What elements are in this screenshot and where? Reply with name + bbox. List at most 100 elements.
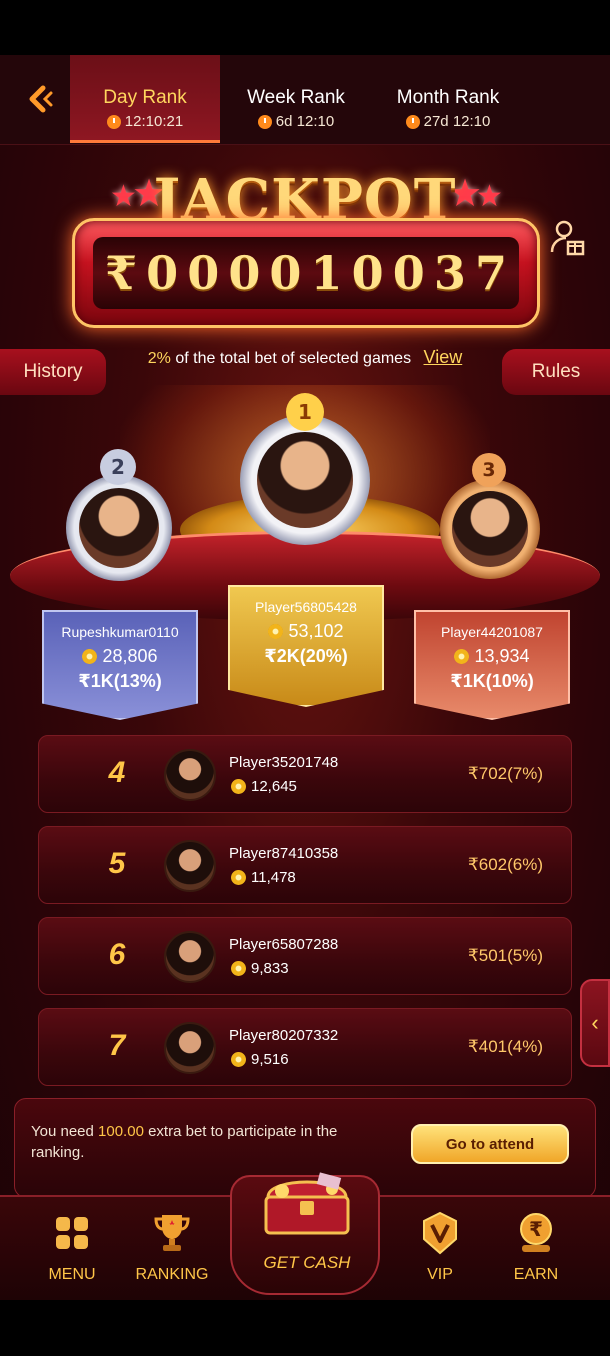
- side-drawer-toggle[interactable]: ‹: [580, 979, 610, 1067]
- nav-label: EARN: [513, 1266, 559, 1283]
- attend-amount: 100.00: [98, 1123, 144, 1140]
- avatar: [164, 749, 216, 801]
- avatar: [452, 491, 528, 567]
- tab-label: Week Rank: [247, 87, 345, 108]
- jackpot-currency: ₹: [104, 246, 137, 300]
- jackpot-digit: 7: [474, 246, 507, 300]
- player-prize: ₹2K(20%): [264, 646, 348, 666]
- player-name: Player35201748: [229, 754, 339, 771]
- user-gift-icon[interactable]: [550, 218, 586, 258]
- player-prize: ₹702(7%): [467, 764, 543, 783]
- player-prize: ₹602(6%): [467, 855, 543, 874]
- jackpot-counter: ₹ 0 0 0 0 1 0 0 3 7: [72, 218, 540, 328]
- player-prize: ₹1K(10%): [450, 671, 534, 691]
- jackpot-digit: 0: [146, 246, 179, 300]
- nav-label: VIP: [427, 1266, 453, 1283]
- tab-timer: 12:10:21: [124, 113, 184, 130]
- system-nav-area: [0, 1300, 610, 1356]
- svg-text:₹: ₹: [529, 1217, 543, 1241]
- tab-label: Month Rank: [396, 87, 500, 108]
- player-name: Player56805428: [255, 599, 357, 615]
- clock-icon: [405, 114, 420, 129]
- player-score: 9,833: [251, 960, 289, 977]
- tab-timer: 6d 12:10: [275, 113, 335, 130]
- clock-icon: [257, 114, 272, 129]
- podium-avatar-2[interactable]: [66, 475, 172, 581]
- nav-menu[interactable]: MENU: [22, 1211, 122, 1284]
- nav-label: MENU: [48, 1266, 96, 1283]
- bottom-nav: MENU RANKING GET CASH VIP ₹ EARN: [0, 1172, 610, 1300]
- trophy-icon: [154, 1215, 190, 1251]
- clock-icon: [106, 114, 121, 129]
- rank-tabs: Day Rank 12:10:21 Week Rank 6d 12:10 Mon…: [0, 55, 610, 145]
- medal-rank-3: 3: [472, 453, 506, 487]
- menu-grid-icon: [56, 1217, 88, 1249]
- coin-icon: [231, 961, 246, 976]
- list-item[interactable]: 7 Player80207332 9,516 ₹401(4%): [38, 1008, 572, 1086]
- jackpot-description-text: of the total bet of selected games: [175, 350, 412, 367]
- player-score: 11,478: [251, 869, 296, 886]
- chevron-left-icon: ‹: [591, 1010, 599, 1035]
- tab-timer: 27d 12:10: [423, 113, 491, 130]
- player-score: 53,102: [288, 621, 344, 641]
- jackpot-digit: 0: [228, 246, 261, 300]
- jackpot-percent: 2%: [147, 350, 171, 367]
- rank-number: 7: [108, 1029, 126, 1062]
- podium-card-2: Rupeshkumar0110 28,806 ₹1K(13%): [42, 610, 198, 720]
- avatar: [79, 488, 159, 568]
- rank-number: 5: [108, 847, 126, 880]
- jackpot-digit: 0: [351, 246, 384, 300]
- player-name: Player87410358: [229, 845, 339, 862]
- jackpot-digit: 0: [392, 246, 425, 300]
- ranking-screen: Day Rank 12:10:21 Week Rank 6d 12:10 Mon…: [0, 55, 610, 1300]
- back-button[interactable]: [18, 77, 62, 121]
- history-button[interactable]: History: [0, 349, 106, 395]
- nav-ranking[interactable]: RANKING: [122, 1211, 222, 1284]
- avatar: [164, 1022, 216, 1074]
- view-link[interactable]: View: [424, 347, 463, 367]
- go-to-attend-button[interactable]: Go to attend: [411, 1124, 569, 1164]
- player-score: 28,806: [102, 646, 158, 666]
- list-item[interactable]: 4 Player35201748 12,645 ₹702(7%): [38, 735, 572, 813]
- rupee-earn-icon: ₹: [520, 1213, 552, 1252]
- avatar: [164, 840, 216, 892]
- medal-rank-2: 2: [100, 449, 136, 485]
- podium-card-1: Player56805428 53,102 ₹2K(20%): [228, 585, 384, 707]
- nav-vip[interactable]: VIP: [390, 1211, 490, 1284]
- status-bar-area: [0, 0, 610, 55]
- nav-earn[interactable]: ₹ EARN: [486, 1211, 586, 1284]
- nav-label: RANKING: [135, 1266, 209, 1283]
- coin-icon: [82, 649, 98, 664]
- avatar: [164, 931, 216, 983]
- player-prize: ₹401(4%): [467, 1037, 543, 1056]
- podium-avatar-3[interactable]: [440, 479, 540, 579]
- nav-get-cash[interactable]: GET CASH: [230, 1172, 380, 1295]
- nav-label: GET CASH: [263, 1253, 351, 1272]
- player-score: 9,516: [251, 1051, 289, 1068]
- jackpot-digits: ₹ 0 0 0 0 1 0 0 3 7: [93, 237, 519, 309]
- podium-card-3: Player44201087 13,934 ₹1K(10%): [414, 610, 570, 720]
- player-name: Player44201087: [441, 624, 543, 640]
- list-item[interactable]: 6 Player65807288 9,833 ₹501(5%): [38, 917, 572, 995]
- rules-button[interactable]: Rules: [502, 349, 610, 395]
- list-item[interactable]: 5 Player87410358 11,478 ₹602(6%): [38, 826, 572, 904]
- tab-month-rank[interactable]: Month Rank 27d 12:10: [378, 55, 518, 143]
- coin-icon: [231, 779, 246, 794]
- player-score: 13,934: [474, 646, 530, 666]
- jackpot-digit: 1: [310, 246, 343, 300]
- jackpot-digit: 3: [433, 246, 466, 300]
- tab-week-rank[interactable]: Week Rank 6d 12:10: [226, 55, 366, 143]
- player-name: Player65807288: [229, 936, 339, 953]
- podium-avatar-1[interactable]: [240, 415, 370, 545]
- avatar: [257, 432, 353, 528]
- jackpot-digit: 0: [187, 246, 220, 300]
- jackpot-digit: 0: [269, 246, 302, 300]
- coin-icon: [231, 870, 246, 885]
- coin-icon: [231, 1052, 246, 1067]
- tab-day-rank[interactable]: Day Rank 12:10:21: [70, 55, 220, 143]
- back-arrow-icon: [29, 85, 53, 113]
- coin-icon: [268, 624, 284, 639]
- player-prize: ₹1K(13%): [78, 671, 162, 691]
- tab-label: Day Rank: [103, 87, 187, 108]
- rank-number: 6: [108, 938, 126, 971]
